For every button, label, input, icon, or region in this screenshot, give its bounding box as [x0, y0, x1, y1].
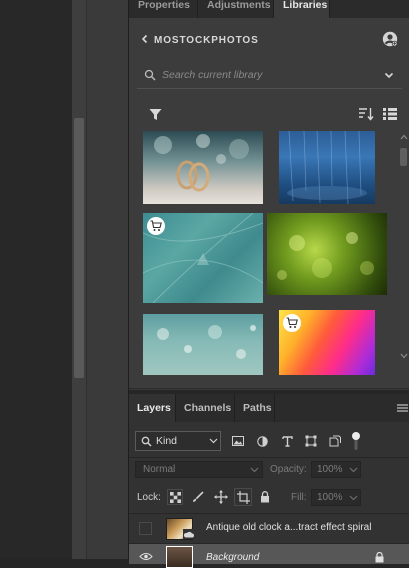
fill-value: 100% — [317, 492, 343, 503]
layer-thumbnail — [166, 546, 193, 568]
search-icon — [143, 68, 157, 82]
eye-icon[interactable] — [138, 550, 154, 562]
lock-label: Lock: — [137, 492, 161, 503]
search-input[interactable] — [162, 67, 372, 83]
library-search — [137, 62, 402, 89]
libraries-panel: MOSTOCKPHOTOS — [129, 18, 409, 409]
pixel-layer-filter-icon[interactable] — [230, 433, 246, 449]
back-chevron-icon[interactable] — [138, 32, 152, 46]
scroll-down-arrow-icon[interactable] — [400, 353, 408, 359]
library-title: MOSTOCKPHOTOS — [154, 35, 259, 46]
search-icon — [140, 435, 152, 447]
opacity-value: 100% — [317, 464, 343, 475]
list-view-icon[interactable] — [381, 106, 399, 122]
filter-icon[interactable] — [147, 106, 163, 122]
divider — [129, 457, 409, 458]
panel-dock-gap — [86, 0, 129, 559]
lock-position-icon[interactable] — [212, 488, 230, 506]
shopping-cart-icon — [147, 217, 165, 235]
smart-object-badge-icon — [183, 529, 195, 539]
chevron-down-icon[interactable] — [382, 68, 396, 82]
library-scroll-thumb[interactable] — [400, 148, 407, 166]
tabbar-fill — [330, 0, 409, 18]
tab-paths[interactable]: Paths — [235, 394, 275, 422]
layer-name: Background — [206, 552, 260, 563]
tab-properties[interactable]: Properties — [129, 0, 198, 18]
right-panel: Properties Adjustments Libraries MOSTOCK… — [128, 0, 409, 568]
tab-channels[interactable]: Channels — [176, 394, 235, 422]
tab-layers[interactable]: Layers — [129, 394, 176, 422]
account-icon[interactable] — [381, 30, 399, 48]
kind-label: Kind — [156, 435, 178, 447]
lock-artboard-icon[interactable] — [234, 488, 252, 506]
layer-name: Antique old clock a...tract effect spira… — [206, 522, 372, 533]
thumbnail-green-bokeh[interactable] — [267, 213, 387, 295]
top-tabbar: Properties Adjustments Libraries — [129, 0, 409, 18]
lock-icon — [373, 551, 385, 563]
panel-menu-icon[interactable] — [396, 402, 408, 414]
type-layer-filter-icon[interactable] — [279, 433, 295, 449]
layer-row[interactable]: Antique old clock a...tract effect spira… — [129, 514, 409, 543]
canvas-scroll-thumb[interactable] — [74, 118, 84, 378]
thumbnail-colorful-abstract[interactable] — [279, 310, 375, 375]
thumbnail-teal-bokeh[interactable] — [143, 314, 263, 375]
chevron-down-icon — [348, 493, 358, 503]
tabbar-fill — [275, 394, 409, 422]
chevron-down-icon — [348, 465, 358, 475]
visibility-toggle[interactable] — [139, 522, 152, 535]
fill-label: Fill: — [291, 492, 307, 503]
tab-adjustments[interactable]: Adjustments — [198, 0, 274, 18]
opacity-input[interactable]: 100% — [311, 461, 361, 478]
thumbnail-wedding-rings[interactable] — [143, 131, 263, 204]
shopping-cart-icon — [283, 314, 301, 332]
canvas-area — [0, 0, 72, 559]
lock-transparent-pixels-icon[interactable] — [167, 489, 183, 505]
thumbnail-teal-abstract[interactable] — [143, 213, 263, 303]
filter-toggle-icon[interactable] — [350, 430, 362, 452]
chevron-down-icon — [249, 465, 259, 475]
library-scrollbar[interactable] — [399, 131, 408, 377]
opacity-label: Opacity: — [270, 464, 307, 475]
kind-filter-select[interactable]: Kind — [135, 431, 221, 451]
layers-panel: Kind Normal Opacity: 100% Lock: Fill: 10… — [129, 422, 409, 568]
scroll-up-arrow-icon[interactable] — [400, 134, 408, 140]
fill-input[interactable]: 100% — [311, 489, 361, 506]
library-thumbnail-grid — [139, 131, 389, 375]
lock-all-icon[interactable] — [257, 489, 273, 505]
shape-layer-filter-icon[interactable] — [303, 433, 319, 449]
layers-tabbar: Layers Channels Paths — [129, 394, 409, 422]
smart-object-filter-icon[interactable] — [327, 433, 343, 449]
sort-icon[interactable] — [357, 106, 375, 122]
blend-mode-select[interactable]: Normal — [135, 461, 263, 478]
adjustment-layer-filter-icon[interactable] — [254, 433, 270, 449]
tab-libraries[interactable]: Libraries — [274, 0, 330, 18]
thumbnail-blue-rain[interactable] — [279, 131, 375, 204]
lock-image-pixels-icon[interactable] — [190, 489, 206, 505]
canvas-scrollbar[interactable] — [72, 0, 86, 559]
layer-row[interactable]: Background — [129, 544, 409, 568]
blend-mode-value: Normal — [143, 464, 176, 475]
chevron-down-icon — [208, 436, 218, 446]
